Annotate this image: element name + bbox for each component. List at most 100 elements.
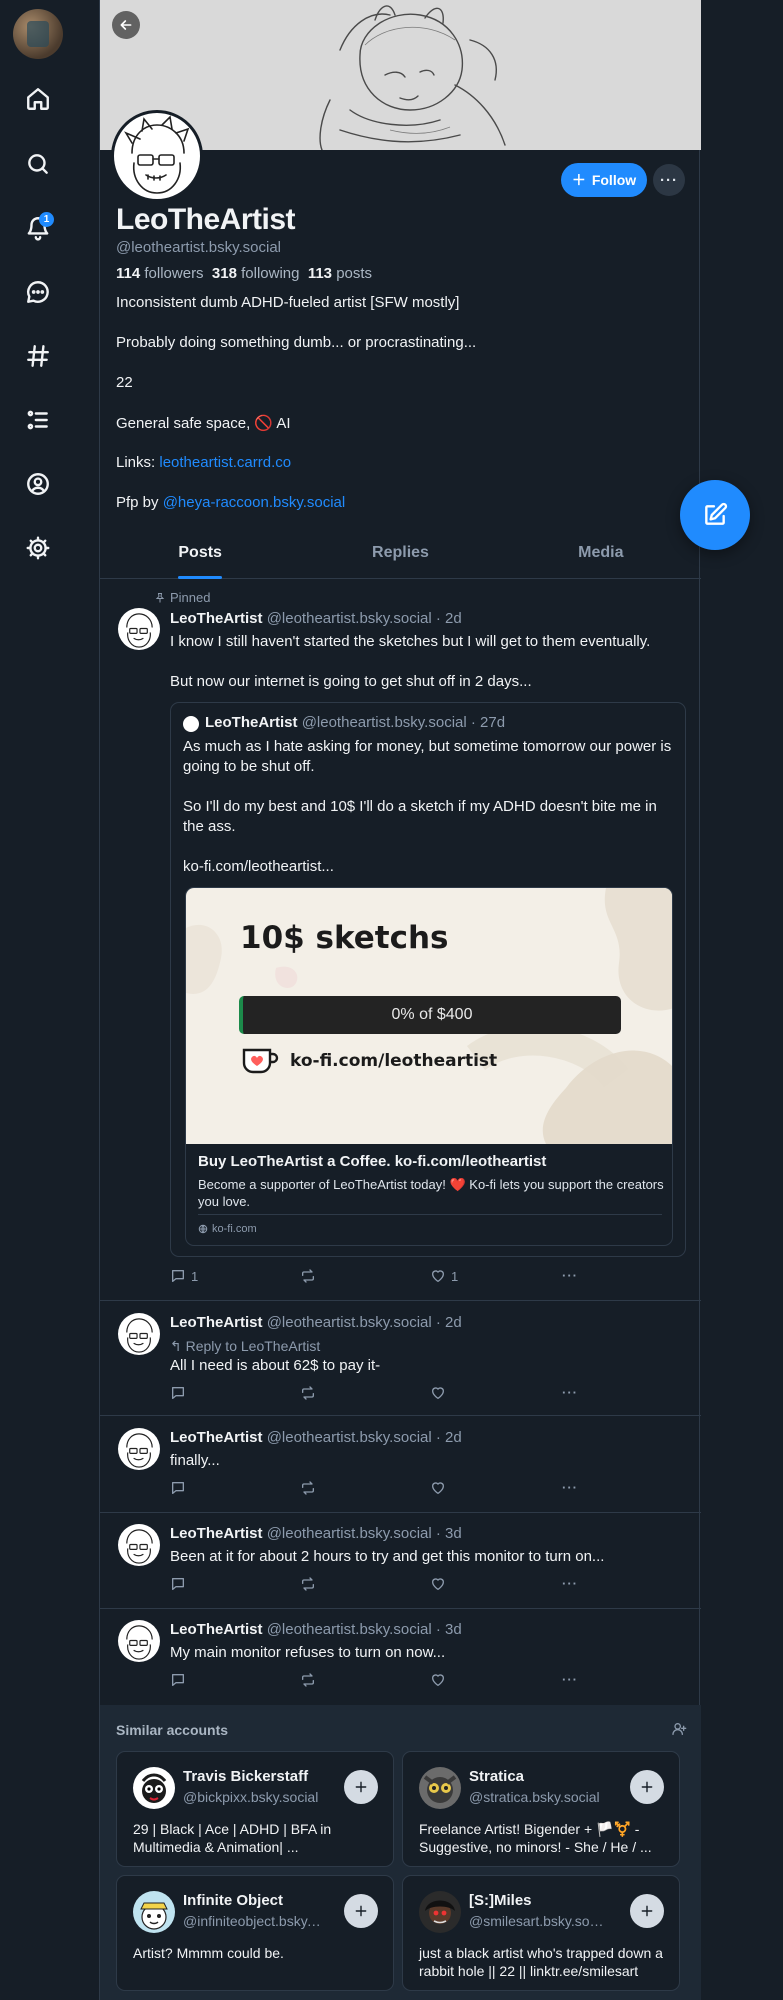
reply-to-indicator[interactable]: ↰ Reply to LeoTheArtist <box>170 1336 690 1356</box>
compose-icon <box>705 502 728 525</box>
quoted-meta: @leotheartist.bsky.social · 27d <box>301 714 506 731</box>
profile-avatar[interactable] <box>111 110 203 202</box>
profile-handle: @leotheartist.bsky.social <box>116 239 282 256</box>
quoted-text: As much as I hate asking for money, but … <box>183 738 672 775</box>
post-more-button[interactable]: ··· <box>562 1576 578 1591</box>
following-link[interactable]: 318 following <box>212 265 300 282</box>
post-more-button[interactable]: ··· <box>562 1268 578 1283</box>
repost-icon <box>302 1269 314 1283</box>
repost-button[interactable] <box>300 1576 316 1592</box>
quoted-post[interactable]: LeoTheArtist @leotheartist.bsky.social ·… <box>170 702 686 1257</box>
post-actions: ··· <box>170 1576 590 1594</box>
post-avatar[interactable] <box>118 1524 160 1566</box>
reply-button[interactable] <box>170 1480 186 1496</box>
post-header: LeoTheArtist @leotheartist.bsky.social ·… <box>170 1429 462 1446</box>
post-more-button[interactable]: ··· <box>562 1480 578 1495</box>
like-button[interactable] <box>430 1672 446 1688</box>
post-avatar[interactable] <box>118 608 160 650</box>
back-button[interactable] <box>112 11 140 39</box>
ellipsis-icon: ··· <box>562 1268 578 1283</box>
ellipsis-icon: ··· <box>562 1480 578 1495</box>
profile-icon[interactable] <box>20 466 56 502</box>
similar-account-card[interactable]: Infinite Object @infiniteobject.bsky.s..… <box>116 1875 394 1991</box>
followers-link[interactable]: 114 followers <box>116 265 204 282</box>
more-options-button[interactable]: ··· <box>653 164 685 196</box>
follow-account-button[interactable] <box>630 1894 664 1928</box>
follow-button[interactable]: ＋ Follow <box>561 163 647 197</box>
post[interactable]: LeoTheArtist @leotheartist.bsky.social ·… <box>100 1302 701 1416</box>
like-button[interactable] <box>430 1576 446 1592</box>
post-more-button[interactable]: ··· <box>562 1672 578 1687</box>
post[interactable]: LeoTheArtist @leotheartist.bsky.social ·… <box>100 1513 701 1609</box>
carrd-link[interactable]: leotheartist.carrd.co <box>159 454 291 471</box>
post-actions: ··· <box>170 1385 590 1403</box>
post-actions: ··· <box>170 1672 590 1690</box>
arrow-left-icon <box>120 20 132 30</box>
repost-button[interactable] <box>300 1385 316 1401</box>
notifications-badge: 1 <box>39 212 54 227</box>
like-button[interactable] <box>430 1480 446 1496</box>
post-text: But now our internet is going to get shu… <box>170 673 532 690</box>
ellipsis-icon: ··· <box>562 1385 578 1400</box>
post-author-name[interactable]: LeoTheArtist <box>170 1621 263 1638</box>
person-add-icon[interactable] <box>671 1721 687 1737</box>
like-button[interactable] <box>430 1385 446 1401</box>
chat-icon[interactable] <box>20 274 56 310</box>
post-author-name[interactable]: LeoTheArtist <box>170 1429 263 1446</box>
quoted-text: ko-fi.com/leotheartist... <box>183 858 334 875</box>
post-meta: @leotheartist.bsky.social · 3d <box>266 1621 462 1638</box>
post-avatar[interactable] <box>118 1620 160 1662</box>
reply-button[interactable] <box>170 1576 186 1592</box>
heart-icon <box>432 1674 444 1686</box>
post[interactable]: LeoTheArtist @leotheartist.bsky.social ·… <box>100 1417 701 1513</box>
avatar-sketch-image <box>126 1433 153 1468</box>
tab-replies[interactable]: Replies <box>300 531 500 578</box>
repost-button[interactable] <box>300 1268 316 1284</box>
post-avatar[interactable] <box>118 1428 160 1470</box>
current-user-avatar[interactable] <box>13 9 63 59</box>
account-description: Freelance Artist! Bigender + 🏳️⚧️ - Sugg… <box>419 1821 652 1855</box>
follow-account-button[interactable] <box>344 1770 378 1804</box>
post-avatar[interactable] <box>118 1313 160 1355</box>
post-author-name[interactable]: LeoTheArtist <box>170 610 263 627</box>
like-button[interactable]: 1 <box>430 1268 458 1284</box>
similar-account-card[interactable]: Stratica @stratica.bsky.social Freelance… <box>402 1751 680 1867</box>
compose-post-button[interactable] <box>680 480 750 550</box>
quoted-avatar <box>183 716 199 732</box>
pfp-credit-link[interactable]: @heya-raccoon.bsky.social <box>163 494 346 511</box>
account-handle: @bickpixx.bsky.social <box>183 1789 319 1805</box>
similar-account-card[interactable]: Travis Bickerstaff @bickpixx.bsky.social… <box>116 1751 394 1867</box>
bio-links: Links: leotheartist.carrd.co <box>116 454 292 471</box>
posts-count: 113 posts <box>307 265 373 282</box>
home-icon[interactable] <box>20 81 56 117</box>
account-name: Infinite Object <box>183 1892 284 1909</box>
repost-button[interactable] <box>300 1672 316 1688</box>
profile-stats: 114 followers 318 following 113 posts <box>116 265 372 282</box>
avatar-sketch-image <box>126 1529 153 1564</box>
reply-button[interactable] <box>170 1385 186 1401</box>
goal-progress-text: 0% of $400 <box>391 1006 473 1023</box>
settings-gear-icon[interactable] <box>20 530 56 566</box>
bio-line: General safe space, 🚫 AI <box>116 415 291 432</box>
post[interactable]: LeoTheArtist @leotheartist.bsky.social ·… <box>100 1609 701 1705</box>
follow-account-button[interactable] <box>630 1770 664 1804</box>
feeds-hashtag-icon[interactable] <box>20 338 56 374</box>
link-embed-card[interactable]: 10$ sketchs 0% of $400 ko-fi.com/leothea… <box>185 887 673 1246</box>
search-icon[interactable] <box>20 146 56 182</box>
reply-button[interactable] <box>170 1672 186 1688</box>
avatar-sketch-image <box>126 1318 153 1353</box>
post-more-button[interactable]: ··· <box>562 1385 578 1400</box>
tab-media[interactable]: Media <box>501 531 701 578</box>
similar-account-card[interactable]: [S:]Miles @smilesart.bsky.social just a … <box>402 1875 680 1991</box>
reply-button[interactable]: 1 <box>170 1268 198 1284</box>
notifications-bell-icon[interactable]: 1 <box>20 210 56 246</box>
lists-icon[interactable] <box>20 402 56 438</box>
ellipsis-icon: ··· <box>562 1672 578 1687</box>
follow-account-button[interactable] <box>344 1894 378 1928</box>
post-author-name[interactable]: LeoTheArtist <box>170 1525 263 1542</box>
post-author-name[interactable]: LeoTheArtist <box>170 1314 263 1331</box>
tab-posts[interactable]: Posts <box>100 531 300 578</box>
repost-button[interactable] <box>300 1480 316 1496</box>
bio-line: 22 <box>116 374 133 391</box>
account-avatar <box>419 1767 461 1809</box>
